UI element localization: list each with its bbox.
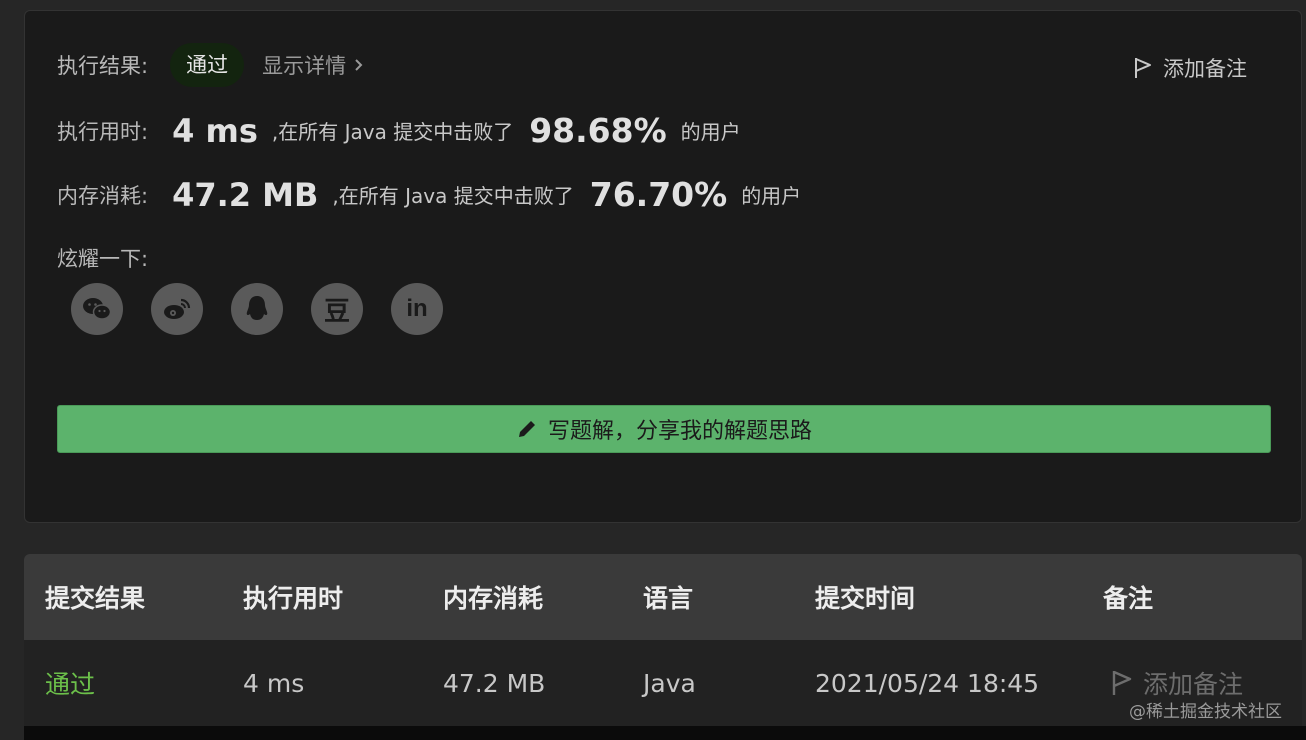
qq-icon — [246, 296, 268, 320]
add-note-label: 添加备注 — [1163, 57, 1247, 81]
table-row: 通过 4 ms 47.2 MB Java 2021/05/24 18:45 添加… — [24, 640, 1302, 726]
header-status: 提交结果 — [45, 584, 146, 613]
pencil-icon — [518, 421, 535, 437]
watermark: @稀土掘金技术社区 — [1129, 702, 1282, 722]
write-solution-label: 写题解，分享我的解题思路 — [547, 419, 812, 444]
linkedin-icon: in — [406, 295, 428, 322]
qq-share-button[interactable] — [231, 283, 283, 335]
submissions-table: 提交结果 执行用时 内存消耗 语言 提交时间 备注 通过 4 ms 47.2 M… — [24, 554, 1302, 726]
show-details-link[interactable]: 显示详情 — [262, 50, 364, 80]
memory-row: 内存消耗: 47.2 MB ,在所有 Java 提交中击败了 76.70% 的用… — [57, 175, 801, 214]
memory-value: 47.2 MB — [172, 175, 319, 214]
row-submit-time: 2021/05/24 18:45 — [815, 668, 1040, 698]
flag-icon — [1112, 670, 1132, 695]
weibo-icon — [164, 298, 191, 319]
row-add-note-label: 添加备注 — [1143, 670, 1244, 699]
memory-tail-text: 的用户 — [741, 184, 802, 208]
header-language: 语言 — [643, 584, 694, 613]
chevron-right-icon — [355, 59, 363, 71]
memory-compare-text: ,在所有 Java 提交中击败了 — [332, 184, 574, 208]
runtime-tail-text: 的用户 — [680, 120, 741, 144]
wechat-icon — [83, 298, 112, 320]
header-note: 备注 — [1103, 584, 1154, 613]
row-memory: 47.2 MB — [443, 668, 546, 698]
runtime-percent: 98.68% — [529, 111, 667, 150]
result-label: 执行结果: — [57, 54, 149, 78]
header-runtime: 执行用时 — [243, 584, 344, 613]
header-memory: 内存消耗 — [443, 584, 544, 613]
header-submit-time: 提交时间 — [815, 584, 916, 613]
share-label-row: 炫耀一下: — [57, 243, 148, 273]
runtime-row: 执行用时: 4 ms ,在所有 Java 提交中击败了 98.68% 的用户 — [57, 111, 741, 150]
runtime-compare-text: ,在所有 Java 提交中击败了 — [271, 120, 514, 144]
weibo-share-button[interactable] — [151, 283, 203, 335]
row-status-link[interactable]: 通过 — [45, 640, 95, 726]
memory-percent: 76.70% — [589, 175, 728, 214]
linkedin-share-button[interactable]: in — [391, 283, 443, 335]
result-row: 执行结果: 通过 显示详情 — [57, 43, 364, 87]
wechat-share-button[interactable] — [71, 283, 123, 335]
runtime-label: 执行用时: — [57, 119, 149, 144]
share-icons: 豆 in — [71, 283, 443, 335]
write-solution-button[interactable]: 写题解，分享我的解题思路 — [57, 405, 1271, 453]
table-header: 提交结果 执行用时 内存消耗 语言 提交时间 备注 — [24, 554, 1302, 640]
result-card: 执行结果: 通过 显示详情 添加备注 执行用时: 4 ms ,在所有 Java … — [24, 10, 1302, 523]
douban-icon: 豆 — [323, 296, 350, 327]
share-label: 炫耀一下: — [57, 247, 149, 271]
flag-icon — [1135, 58, 1151, 78]
bottom-bar — [24, 726, 1306, 740]
row-runtime: 4 ms — [243, 668, 305, 698]
row-language: Java — [643, 668, 696, 698]
add-note-button[interactable]: 添加备注 — [1133, 53, 1247, 83]
douban-share-button[interactable]: 豆 — [311, 283, 363, 335]
result-status-badge: 通过 — [170, 43, 245, 87]
runtime-value: 4 ms — [172, 111, 258, 150]
memory-label: 内存消耗: — [57, 183, 149, 208]
show-details-label: 显示详情 — [262, 54, 347, 78]
